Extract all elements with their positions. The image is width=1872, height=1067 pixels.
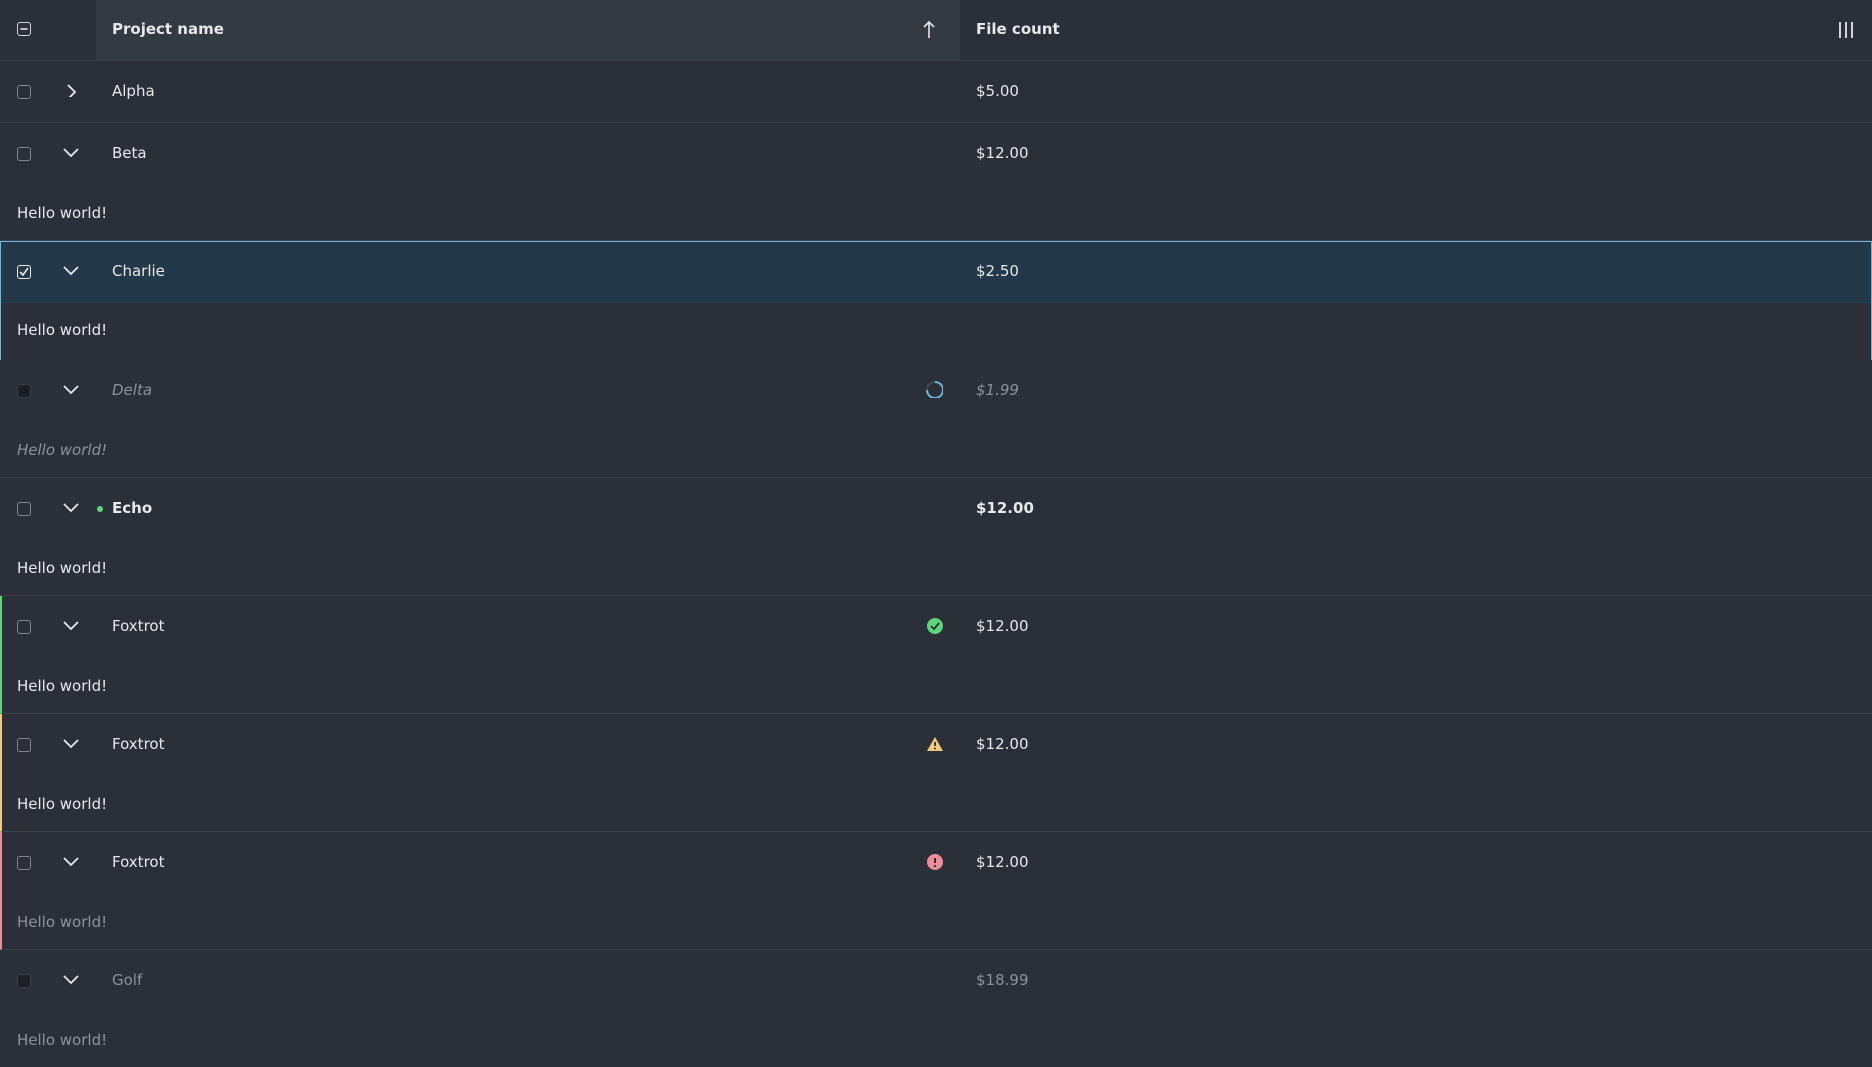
project-name: Delta	[112, 381, 153, 399]
table-row[interactable]: Alpha $5.00	[0, 61, 1872, 123]
chevron-down-icon[interactable]	[62, 737, 80, 751]
chevron-down-icon[interactable]	[62, 264, 80, 278]
table-row-disabled: Golf $18.99 Hello world!	[0, 950, 1872, 1067]
table-row-loading[interactable]: Delta $1.99 Hello world!	[0, 360, 1872, 478]
row-checkbox[interactable]	[17, 738, 31, 752]
file-count: $12.00	[976, 735, 1029, 753]
data-table: Project name File count Alpha $5.00 Beta…	[0, 0, 1872, 1067]
file-count: $12.00	[976, 853, 1029, 871]
chevron-down-icon[interactable]	[62, 146, 80, 160]
row-detail: Hello world!	[17, 559, 108, 577]
check-icon	[19, 267, 29, 277]
table-row[interactable]: Beta $12.00 Hello world!	[0, 123, 1872, 241]
select-all-checkbox[interactable]	[17, 22, 31, 36]
row-checkbox[interactable]	[17, 147, 31, 161]
row-detail-area	[1, 303, 1871, 361]
row-checkbox[interactable]	[17, 502, 31, 516]
project-name: Foxtrot	[112, 735, 165, 753]
chevron-right-icon[interactable]	[64, 83, 82, 97]
column-title-project-name: Project name	[112, 20, 224, 38]
row-checkbox[interactable]	[17, 856, 31, 870]
row-checkbox-checked[interactable]	[17, 265, 31, 279]
new-indicator-dot-icon	[97, 506, 103, 512]
row-checkbox-disabled	[17, 974, 31, 988]
indeterminate-icon	[20, 28, 28, 30]
project-name: Alpha	[112, 82, 155, 100]
row-detail: Hello world!	[17, 441, 108, 459]
row-checkbox[interactable]	[17, 620, 31, 634]
row-detail: Hello world!	[17, 913, 108, 931]
project-name: Foxtrot	[112, 853, 165, 871]
row-detail: Hello world!	[17, 204, 108, 222]
row-checkbox-disabled	[17, 384, 31, 398]
row-detail: Hello world!	[17, 677, 108, 695]
chevron-down-icon[interactable]	[62, 383, 80, 397]
file-count: $12.00	[976, 144, 1029, 162]
chevron-down-icon[interactable]	[62, 501, 80, 515]
error-alert-icon	[927, 854, 943, 870]
columns-icon[interactable]	[1838, 20, 1854, 40]
success-check-icon	[927, 618, 943, 634]
chevron-down-icon[interactable]	[62, 973, 80, 987]
table-row-warning[interactable]: Foxtrot $12.00 Hello world!	[0, 714, 1872, 832]
row-detail: Hello world!	[17, 795, 108, 813]
arrow-up-icon[interactable]	[922, 20, 936, 40]
loading-spinner-icon	[926, 381, 943, 398]
row-detail: Hello world!	[17, 321, 108, 339]
table-header: Project name File count	[0, 0, 1872, 61]
file-count: $2.50	[976, 262, 1019, 280]
row-detail: Hello world!	[17, 1031, 108, 1049]
column-title-file-count: File count	[976, 20, 1060, 38]
project-name: Charlie	[112, 262, 165, 280]
project-name: Beta	[112, 144, 147, 162]
row-checkbox[interactable]	[17, 85, 31, 99]
column-header-project-name[interactable]: Project name	[96, 0, 960, 60]
chevron-down-icon[interactable]	[62, 619, 80, 633]
file-count: $12.00	[976, 499, 1034, 517]
file-count: $18.99	[976, 971, 1029, 989]
project-name: Foxtrot	[112, 617, 165, 635]
table-row-selected[interactable]: Charlie $2.50 Hello world!	[0, 241, 1872, 361]
table-row[interactable]: Echo $12.00 Hello world!	[0, 478, 1872, 596]
file-count: $5.00	[976, 82, 1019, 100]
project-name: Golf	[112, 971, 143, 989]
project-name: Echo	[112, 499, 153, 517]
file-count: $12.00	[976, 617, 1029, 635]
chevron-down-icon[interactable]	[62, 855, 80, 869]
table-row-success[interactable]: Foxtrot $12.00 Hello world!	[0, 596, 1872, 714]
file-count: $1.99	[976, 381, 1019, 399]
warning-triangle-icon	[927, 737, 943, 751]
table-row-error[interactable]: Foxtrot $12.00 Hello world!	[0, 832, 1872, 950]
